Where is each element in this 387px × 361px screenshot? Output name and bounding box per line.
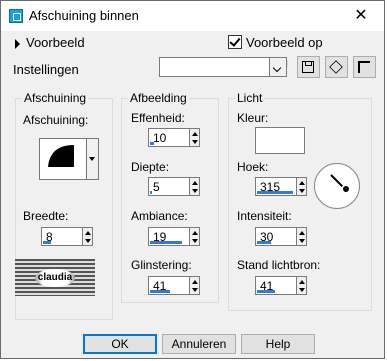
ambience-arrows[interactable] xyxy=(190,227,200,246)
dial-needle xyxy=(330,174,344,188)
down-arrow-icon[interactable] xyxy=(192,288,198,292)
checkbox-checked-icon xyxy=(228,35,242,49)
elevation-slider-fill xyxy=(257,290,275,293)
angle-spinner[interactable]: 315 xyxy=(255,177,307,196)
depth-arrows[interactable] xyxy=(190,177,200,196)
up-arrow-icon[interactable] xyxy=(299,280,305,284)
bevel-shape-dropdown[interactable] xyxy=(87,138,99,180)
color-label: Kleur: xyxy=(237,111,269,125)
angle-input[interactable]: 315 xyxy=(255,177,297,196)
shininess-slider-fill xyxy=(150,290,170,293)
down-arrow-icon[interactable] xyxy=(85,239,91,243)
depth-input[interactable]: 5 xyxy=(148,177,190,196)
elevation-label: Stand lichtbron: xyxy=(237,258,321,272)
dial-knob[interactable] xyxy=(343,186,349,192)
settings-label: Instellingen xyxy=(13,62,79,77)
up-arrow-icon[interactable] xyxy=(299,231,305,235)
title-bar: Afschuining binnen ✕ xyxy=(1,1,384,31)
elevation-arrows[interactable] xyxy=(297,276,307,295)
ambience-slider-fill xyxy=(150,241,182,244)
depth-slider-fill xyxy=(150,191,152,194)
smoothness-label: Effenheid: xyxy=(131,111,185,125)
intensity-spinner[interactable]: 30 xyxy=(255,227,307,246)
ambience-spinner[interactable]: 19 xyxy=(148,227,200,246)
smoothness-spinner[interactable]: 10 xyxy=(148,128,200,147)
cancel-button[interactable]: Annuleren xyxy=(162,334,236,354)
down-arrow-icon[interactable] xyxy=(192,239,198,243)
save-icon xyxy=(302,61,314,73)
width-arrows[interactable] xyxy=(83,227,93,246)
width-slider-fill xyxy=(43,241,51,244)
elevation-spinner[interactable]: 41 xyxy=(255,276,307,295)
preview-label: Voorbeeld xyxy=(26,35,85,50)
angle-arrows[interactable] xyxy=(297,177,307,196)
intensity-slider-fill xyxy=(257,241,271,244)
watermark-logo-text: claudia xyxy=(35,269,75,287)
down-arrow-icon[interactable] xyxy=(192,189,198,193)
shininess-input[interactable]: 41 xyxy=(148,276,190,295)
save-preset-button[interactable] xyxy=(297,56,320,78)
ok-button[interactable]: OK xyxy=(83,334,157,354)
up-arrow-icon[interactable] xyxy=(192,231,198,235)
randomize-button[interactable] xyxy=(325,56,348,78)
chevron-down-icon[interactable] xyxy=(269,58,286,76)
shininess-arrows[interactable] xyxy=(190,276,200,295)
preview-toggle[interactable]: Voorbeeld xyxy=(15,33,85,53)
elevation-input[interactable]: 41 xyxy=(255,276,297,295)
dialog-window: Afschuining binnen ✕ Voorbeeld Voorbeeld… xyxy=(0,0,385,359)
bevel-shape-preview[interactable] xyxy=(39,138,87,180)
up-arrow-icon[interactable] xyxy=(85,231,91,235)
down-arrow-icon[interactable] xyxy=(299,189,305,193)
image-group-title: Afbeelding xyxy=(128,91,189,105)
window-title: Afschuining binnen xyxy=(29,8,139,23)
down-arrow-icon[interactable] xyxy=(299,239,305,243)
smoothness-slider-fill xyxy=(150,142,154,145)
down-arrow-icon[interactable] xyxy=(299,288,305,292)
ambience-label: Ambiance: xyxy=(131,209,188,223)
light-color-swatch[interactable] xyxy=(255,127,305,154)
smoothness-arrows[interactable] xyxy=(190,128,200,147)
intensity-label: Intensiteit: xyxy=(237,209,292,223)
width-spinner[interactable]: 8 xyxy=(41,227,93,246)
reset-icon xyxy=(358,61,370,73)
angle-slider-fill xyxy=(257,191,293,194)
shininess-spinner[interactable]: 41 xyxy=(148,276,200,295)
settings-select[interactable] xyxy=(159,57,287,77)
smoothness-value: 10 xyxy=(153,131,167,145)
smoothness-input[interactable]: 10 xyxy=(148,128,190,147)
intensity-input[interactable]: 30 xyxy=(255,227,297,246)
depth-label: Diepte: xyxy=(131,160,170,174)
light-group-title: Licht xyxy=(235,91,265,105)
bevel-group-title: Afschuining xyxy=(22,91,89,105)
down-arrow-icon[interactable] xyxy=(192,140,198,144)
app-icon xyxy=(9,9,23,23)
up-arrow-icon[interactable] xyxy=(192,181,198,185)
close-button[interactable]: ✕ xyxy=(338,1,384,31)
randomize-icon xyxy=(329,60,343,74)
width-label: Breedte: xyxy=(23,209,69,223)
width-input[interactable]: 8 xyxy=(41,227,83,246)
angle-label: Hoek: xyxy=(237,160,269,174)
intensity-arrows[interactable] xyxy=(297,227,307,246)
up-arrow-icon[interactable] xyxy=(192,280,198,284)
up-arrow-icon[interactable] xyxy=(299,181,305,185)
ambience-input[interactable]: 19 xyxy=(148,227,190,246)
reset-button[interactable] xyxy=(353,56,376,78)
help-button[interactable]: Help xyxy=(241,334,315,354)
up-arrow-icon[interactable] xyxy=(192,132,198,136)
watermark-logo: claudia xyxy=(15,259,95,296)
bevel-shape-icon xyxy=(48,145,74,167)
angle-dial[interactable] xyxy=(314,163,360,209)
bevel-shape-label: Afschuining: xyxy=(23,113,89,127)
depth-value: 5 xyxy=(153,180,160,194)
expand-arrow-icon xyxy=(15,38,20,49)
depth-spinner[interactable]: 5 xyxy=(148,177,200,196)
preview-on-image-checkbox[interactable]: Voorbeeld op afbeelding xyxy=(228,33,384,70)
shininess-label: Glinstering: xyxy=(131,258,192,272)
